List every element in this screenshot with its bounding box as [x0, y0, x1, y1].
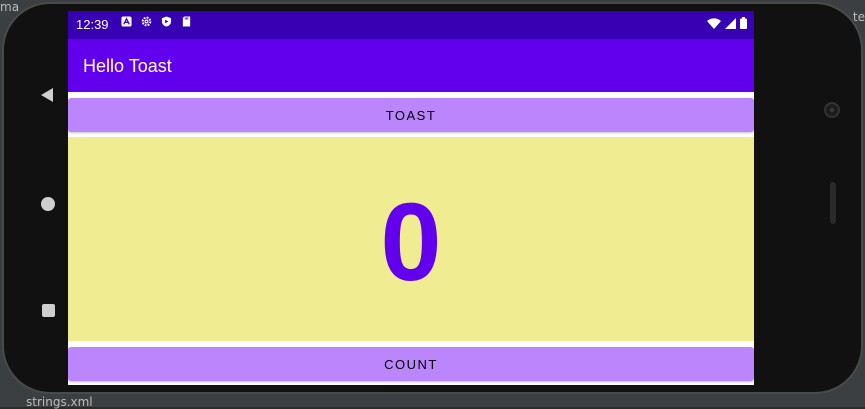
status-bar: 12:39	[68, 11, 754, 39]
app-bar: Hello Toast	[68, 39, 754, 92]
home-icon[interactable]	[41, 197, 55, 211]
count-value: 0	[380, 181, 442, 304]
battery-icon	[740, 17, 747, 29]
a-icon	[121, 16, 132, 27]
speaker-grille	[830, 182, 836, 224]
status-time: 12:39	[76, 17, 109, 32]
shield-icon	[161, 16, 172, 27]
signal-icon	[725, 17, 736, 29]
system-icons	[707, 17, 747, 29]
sd-card-icon	[182, 16, 191, 27]
toast-button[interactable]: TOAST	[68, 98, 754, 132]
ide-editor-text: ma	[0, 0, 20, 14]
gear-icon	[141, 16, 152, 27]
device-screen: 12:39 Hello Toast TOAST 0 COUNT	[68, 11, 754, 385]
app-title: Hello Toast	[83, 56, 172, 76]
back-icon[interactable]	[41, 88, 53, 102]
ide-side-text: te	[852, 10, 865, 24]
recents-icon[interactable]	[42, 304, 55, 317]
count-button[interactable]: COUNT	[68, 347, 754, 381]
camera-icon	[824, 102, 840, 118]
wifi-icon	[707, 17, 721, 29]
count-display: 0	[68, 137, 754, 341]
notification-icons	[121, 16, 192, 27]
